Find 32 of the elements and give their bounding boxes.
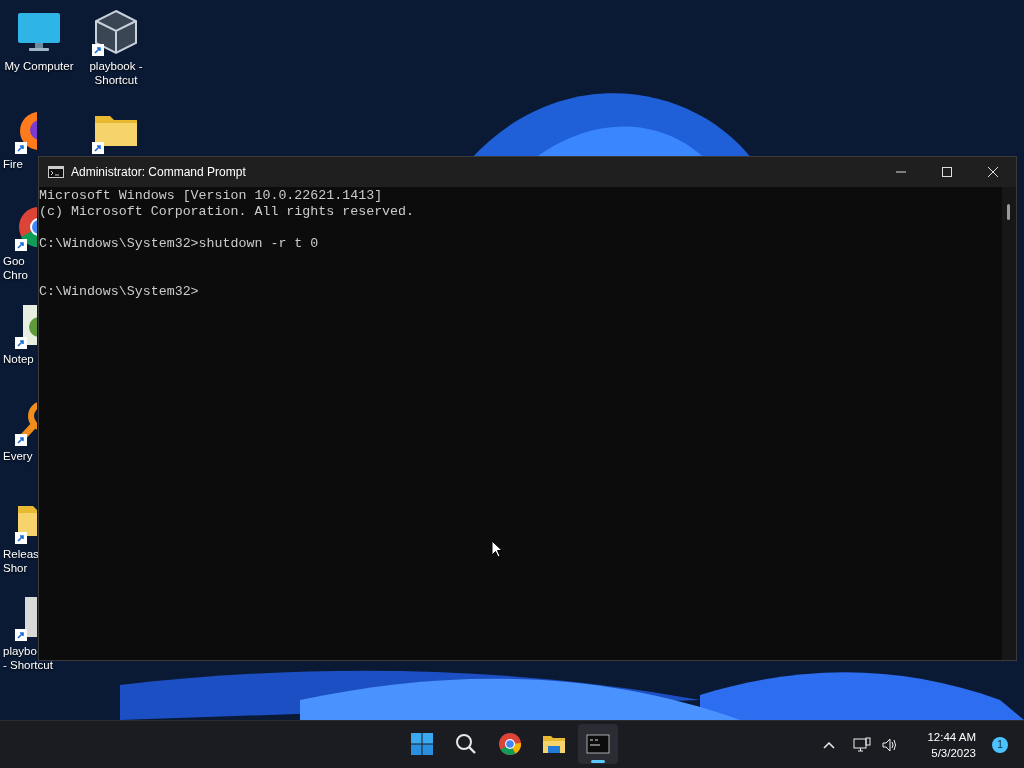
icon-label: Chro (3, 268, 28, 282)
icon-label: Notep (3, 351, 34, 366)
mouse-cursor-icon (491, 540, 503, 558)
chrome-icon (498, 732, 522, 756)
cube-icon[interactable] (92, 8, 140, 56)
console-taskbar-button[interactable] (578, 724, 618, 764)
icon-label: playbo (3, 644, 37, 658)
icon-label: Shortcut (94, 73, 138, 87)
scrollbar[interactable] (1002, 187, 1016, 660)
icon-label: - Shortcut (3, 658, 53, 672)
search-icon (454, 732, 478, 756)
notification-badge[interactable]: 1 (992, 736, 1008, 753)
console-line: C:\Windows\System32> (39, 284, 200, 300)
windows-logo-icon (410, 732, 434, 756)
icon-label: Releas (3, 546, 38, 561)
icon-label: My Computer (4, 59, 74, 73)
console-icon (48, 166, 64, 178)
chevron-up-icon[interactable] (823, 740, 836, 749)
icon-label: Goo (3, 254, 25, 268)
icon-label: playbook - (89, 59, 143, 73)
console-line: (c) Microsoft Corporation. All rights reserved. (39, 204, 416, 220)
console-icon (586, 732, 610, 756)
clock-button[interactable]: 12:44 AM 5/3/2023 (921, 728, 982, 761)
console-line: C:\Windows\System32>shutdown -r t 0 (39, 236, 320, 252)
network-icon[interactable] (853, 736, 872, 753)
icon-label: Shor (3, 560, 28, 575)
console-line: Microsoft Windows [Version 10.0.22621.1413] (39, 188, 384, 204)
icon-label: Every (3, 449, 33, 463)
close-icon (988, 167, 998, 177)
window-title: Administrator: Command Prompt (71, 165, 246, 179)
icon-label: Fire (3, 156, 23, 171)
maximize-icon (942, 167, 952, 177)
